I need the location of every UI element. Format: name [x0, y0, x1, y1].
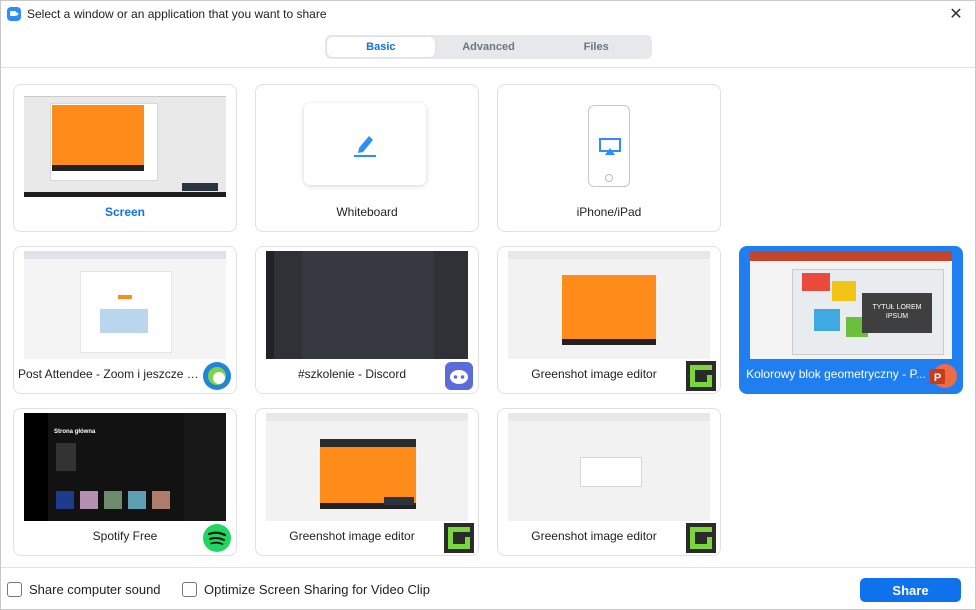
- zoom-app-icon: [7, 7, 21, 21]
- slide-title: TYTUŁ LOREM IPSUM: [872, 304, 922, 320]
- header-divider: [1, 67, 975, 68]
- powerpoint-thumbnail: TYTUŁ LOREM IPSUM: [750, 251, 952, 359]
- tab-files[interactable]: Files: [542, 37, 650, 57]
- browser-thumbnail: [24, 251, 226, 359]
- phone-outline: [588, 105, 630, 187]
- tile-window-discord[interactable]: #szkolenie - Discord: [255, 246, 479, 394]
- tab-basic[interactable]: Basic: [327, 37, 435, 57]
- whiteboard-card: [304, 103, 426, 185]
- greenshot-icon: [686, 361, 716, 391]
- tile-ipad[interactable]: iPhone/iPad: [497, 84, 721, 232]
- svg-text:P: P: [934, 372, 941, 384]
- tile-window-greenshot[interactable]: Greenshot image editor: [497, 246, 721, 394]
- screen-thumbnail: [24, 89, 226, 197]
- tile-screen[interactable]: Screen: [13, 84, 237, 232]
- powerpoint-icon: P: [930, 364, 957, 388]
- share-tabs: Basic Advanced Files: [325, 35, 652, 59]
- home-button: [605, 174, 613, 182]
- greenshot-icon: [444, 523, 474, 553]
- tile-whiteboard[interactable]: Whiteboard: [255, 84, 479, 232]
- share-sound-label: Share computer sound: [29, 582, 161, 597]
- tile-window-greenshot-2[interactable]: Greenshot image editor: [255, 408, 479, 556]
- spotify-icon: [203, 524, 231, 552]
- tile-window-greenshot-3[interactable]: Greenshot image editor: [497, 408, 721, 556]
- optimize-video-label: Optimize Screen Sharing for Video Clip: [204, 582, 430, 597]
- window-title: Select a window or an application that y…: [27, 7, 327, 21]
- spotify-heading: Strona główna: [54, 429, 96, 435]
- optimize-video-checkbox[interactable]: [182, 582, 197, 597]
- pen-icon: [354, 136, 376, 157]
- discord-thumbnail: [266, 251, 468, 359]
- title-bar: Select a window or an application that y…: [1, 1, 975, 27]
- tile-label: Whiteboard: [336, 205, 398, 219]
- share-button[interactable]: Share: [860, 578, 961, 602]
- tile-window-spotify[interactable]: Strona główna Spotify Free: [13, 408, 237, 556]
- close-button[interactable]: ✕: [945, 3, 967, 25]
- tile-label: Screen: [104, 205, 146, 219]
- greenshot-thumbnail: [266, 413, 468, 521]
- tile-window-edge[interactable]: Post Attendee - Zoom i jeszcze 1...: [13, 246, 237, 394]
- greenshot-thumbnail: [508, 413, 710, 521]
- tile-window-powerpoint[interactable]: TYTUŁ LOREM IPSUM Kolorowy blok geometry…: [739, 246, 963, 394]
- airplay-icon: [599, 138, 621, 155]
- discord-icon: [445, 362, 473, 390]
- tile-label: iPhone/iPad: [576, 205, 642, 219]
- greenshot-icon: [686, 523, 716, 553]
- footer-bar: Share computer sound Optimize Screen Sha…: [1, 568, 975, 610]
- edge-icon: [203, 362, 231, 390]
- greenshot-thumbnail: [508, 251, 710, 359]
- share-sound-checkbox[interactable]: [7, 582, 22, 597]
- tab-advanced[interactable]: Advanced: [435, 37, 543, 57]
- spotify-thumbnail: Strona główna: [24, 413, 226, 521]
